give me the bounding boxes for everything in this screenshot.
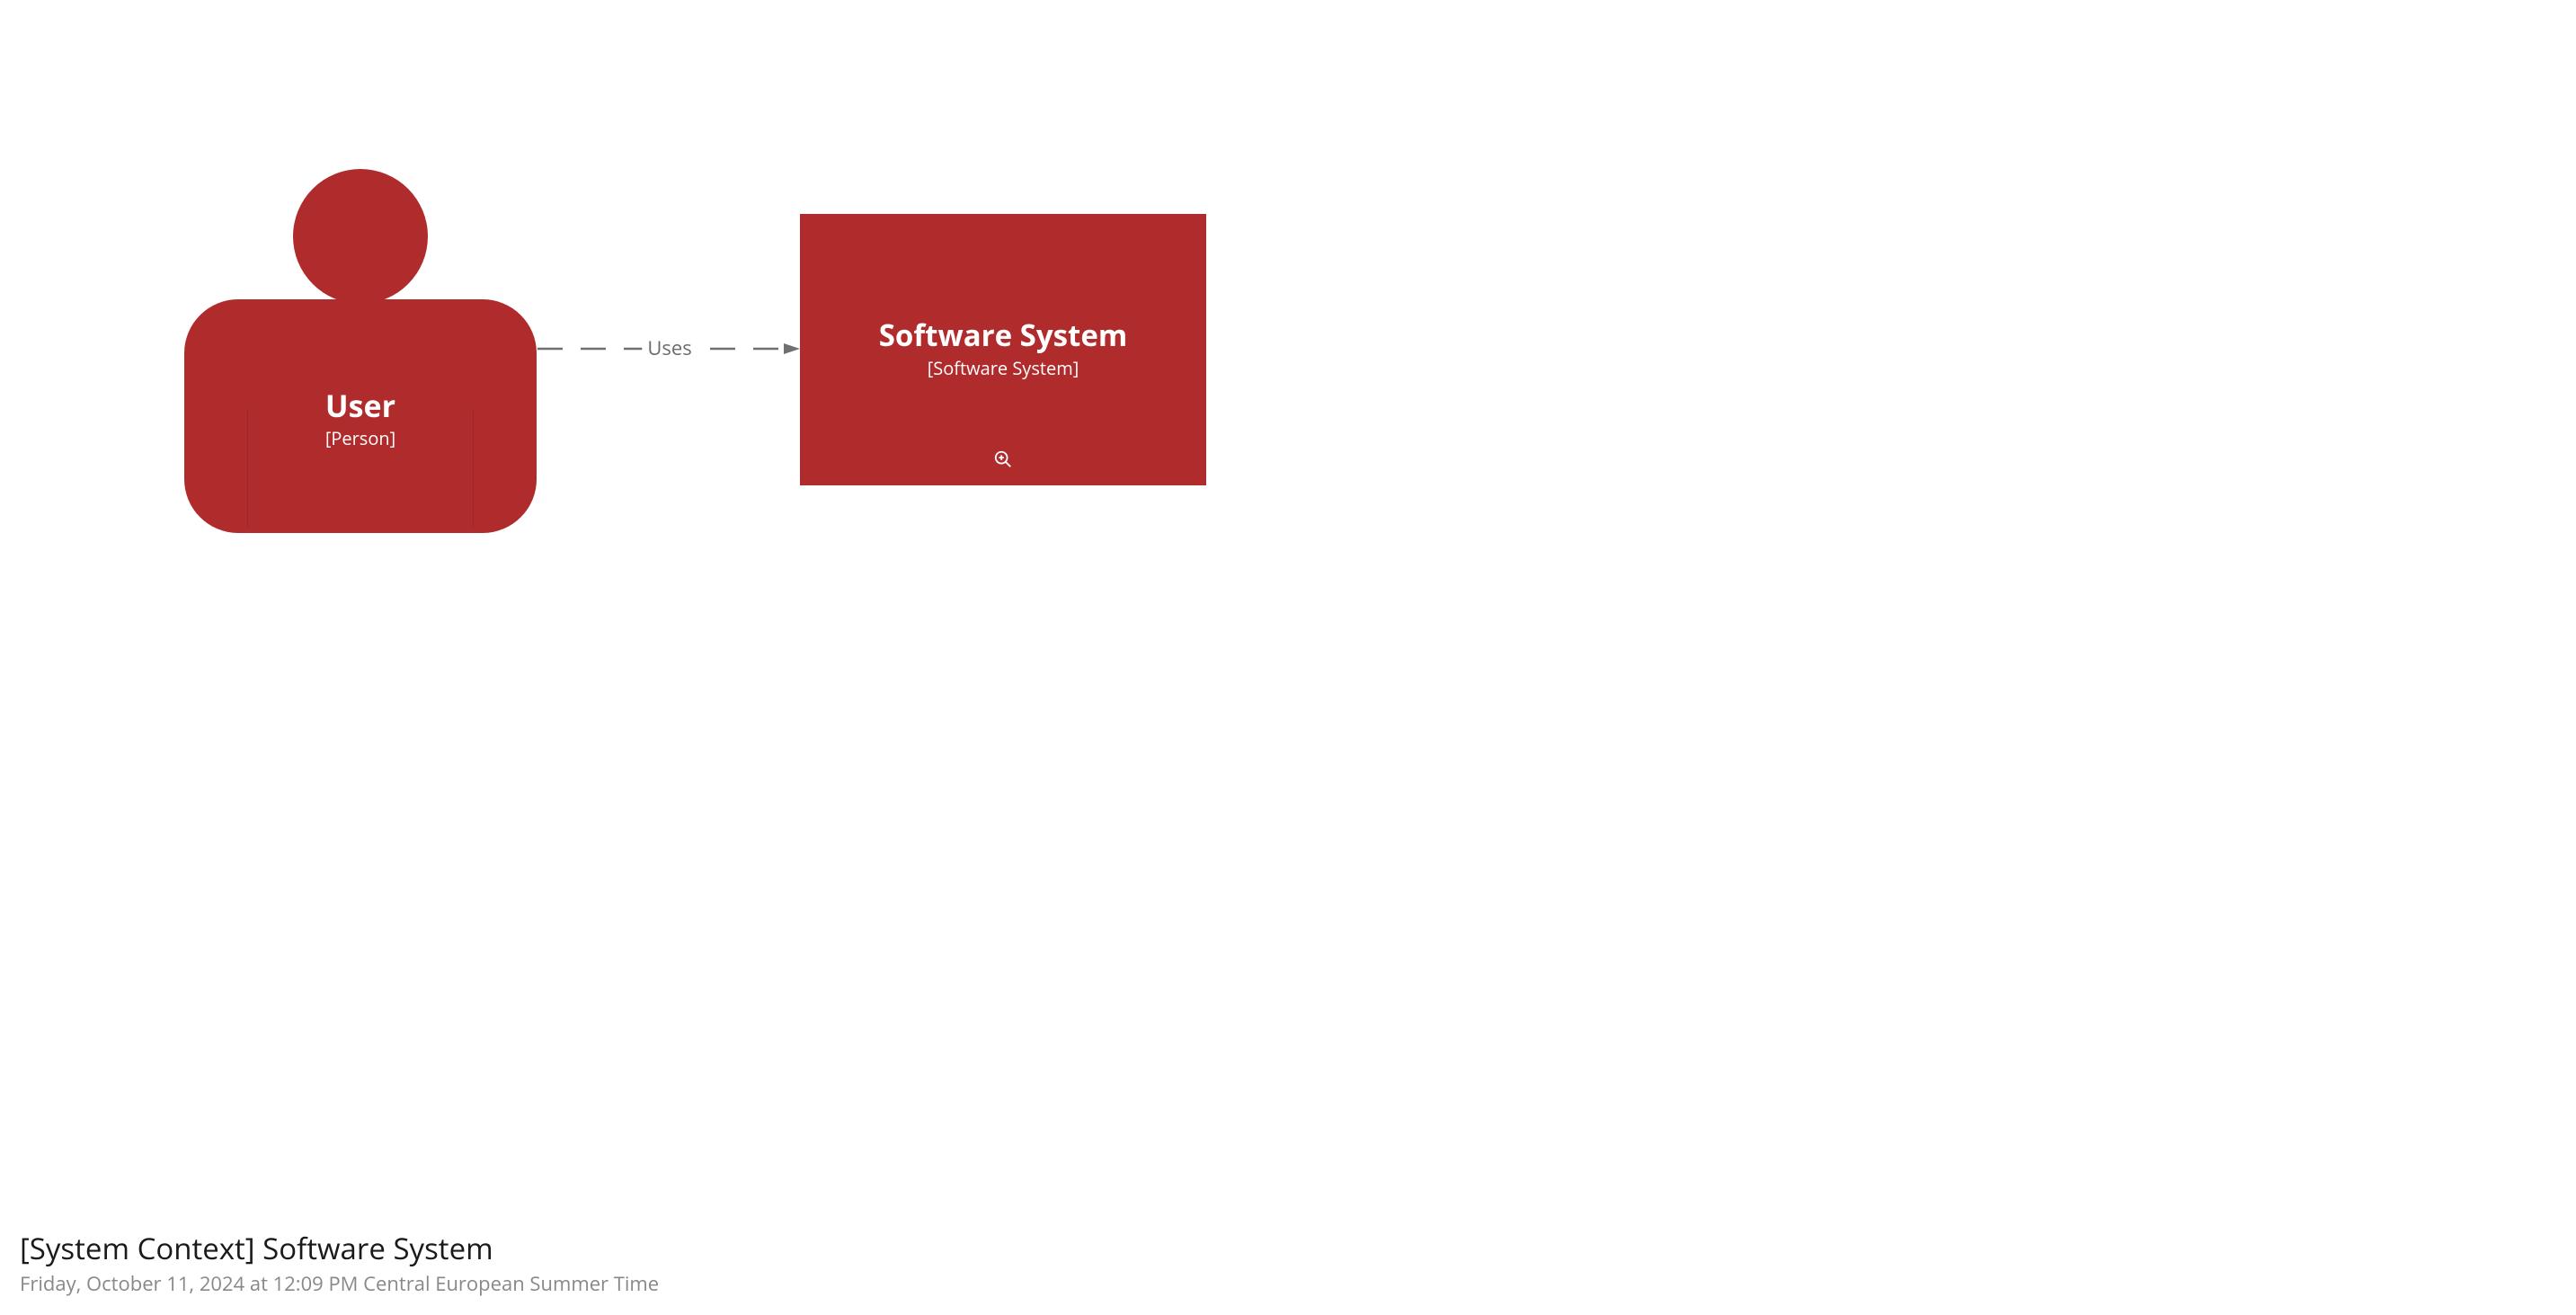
system-title: Software System	[879, 319, 1128, 351]
diagram-canvas: User [Person] Uses Software System [Soft…	[0, 0, 2576, 1315]
person-node[interactable]: User [Person]	[184, 169, 537, 538]
diagram-footer: [System Context] Software System Friday,…	[20, 1228, 659, 1297]
connector-uses: Uses	[537, 334, 802, 361]
software-system-node[interactable]: Software System [Software System]	[800, 214, 1206, 485]
zoom-in-icon[interactable]	[993, 449, 1013, 469]
person-title: User	[184, 389, 537, 422]
diagram-title: [System Context] Software System	[20, 1228, 659, 1268]
diagram-timestamp: Friday, October 11, 2024 at 12:09 PM Cen…	[20, 1270, 659, 1297]
system-subtitle: [Software System]	[928, 356, 1079, 380]
connector-label: Uses	[647, 334, 691, 361]
person-head-shape	[293, 169, 428, 304]
person-subtitle: [Person]	[184, 426, 537, 450]
